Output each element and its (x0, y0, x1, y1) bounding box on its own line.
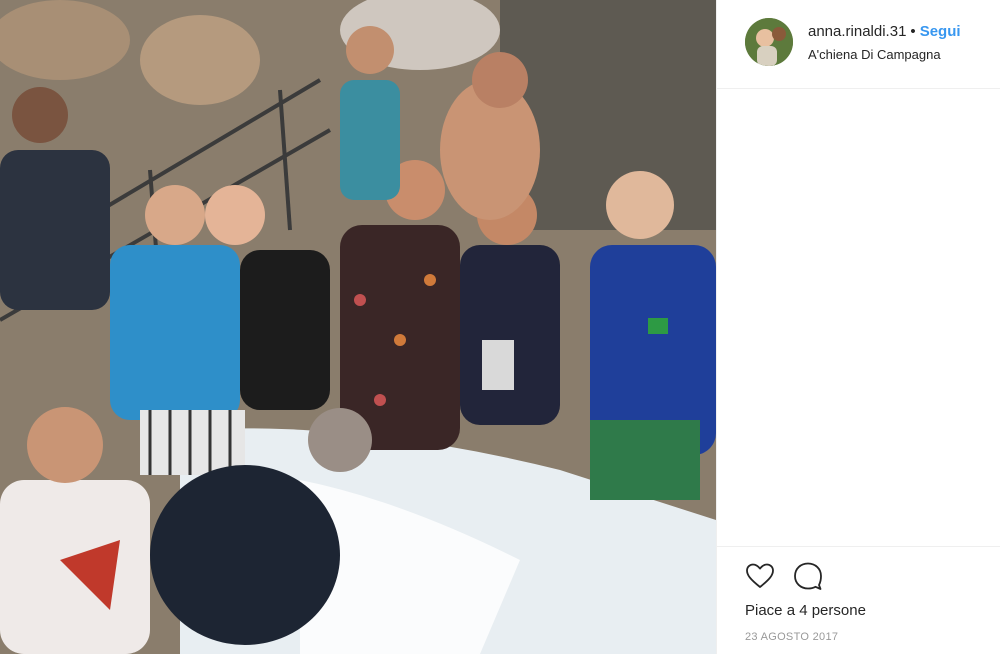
avatar-image (745, 18, 793, 66)
username-link[interactable]: anna.rinaldi.31 (808, 23, 906, 40)
user-line: anna.rinaldi.31 • Segui (808, 23, 961, 40)
comment-icon[interactable] (793, 561, 823, 591)
post-photo[interactable] (0, 0, 716, 654)
post-date: 23 AGOSTO 2017 (745, 631, 839, 643)
likes-count[interactable]: Piace a 4 persone (745, 602, 866, 619)
location-link[interactable]: A'chiena Di Campagna (808, 47, 941, 62)
post-footer: Piace a 4 persone 23 AGOSTO 2017 (717, 546, 1000, 655)
avatar[interactable] (745, 18, 793, 66)
follow-button[interactable]: Segui (920, 23, 961, 40)
action-icons (745, 561, 823, 591)
post-sidebar: anna.rinaldi.31 • Segui A'chiena Di Campag… (716, 0, 1000, 654)
heart-icon[interactable] (745, 561, 775, 591)
photo-illustration (0, 0, 716, 654)
post-header: anna.rinaldi.31 • Segui A'chiena Di Campag… (717, 0, 1000, 89)
separator-dot: • (910, 23, 916, 40)
